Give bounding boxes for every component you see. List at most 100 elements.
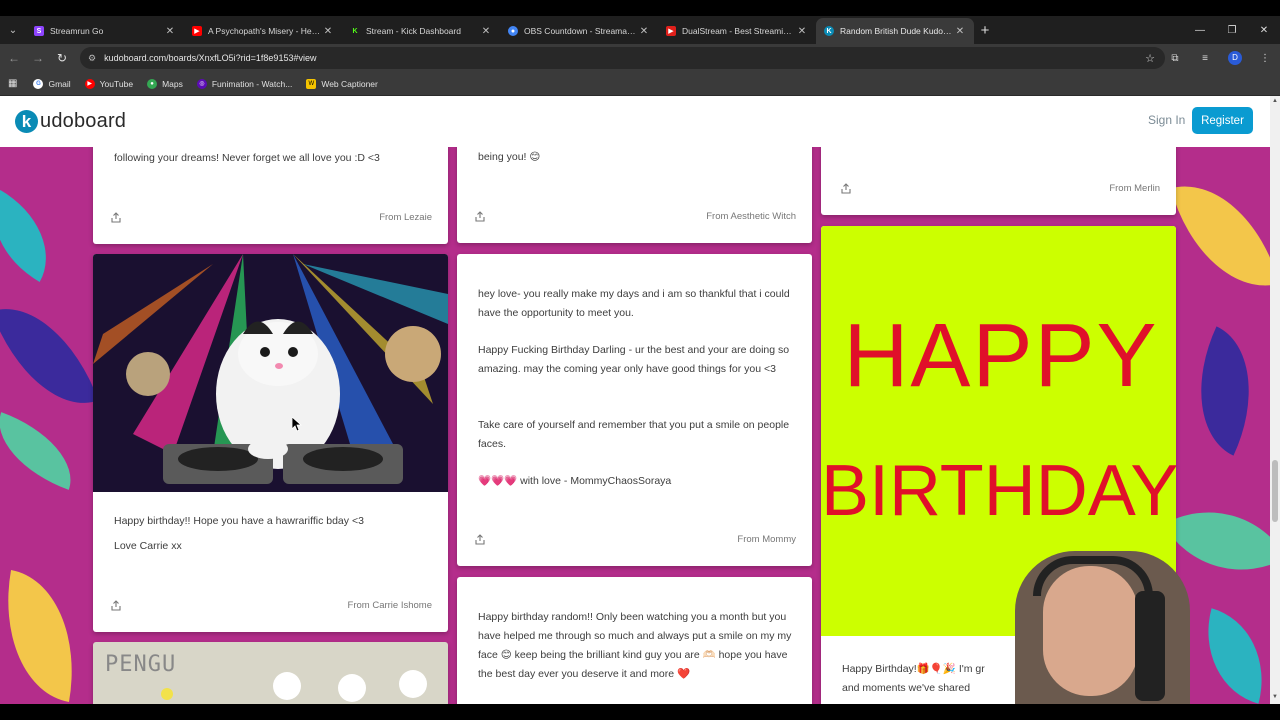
tab-label: A Psychopath's Misery - Heartl bbox=[208, 26, 322, 36]
share-icon[interactable] bbox=[111, 600, 121, 611]
close-icon[interactable]: ✕ bbox=[954, 26, 966, 37]
close-icon[interactable]: ✕ bbox=[164, 26, 176, 37]
leaf-decoration bbox=[1170, 167, 1270, 305]
maximize-icon[interactable]: ❐ bbox=[1216, 16, 1248, 44]
tab-label: Stream - Kick Dashboard bbox=[366, 26, 461, 36]
site-info-icon[interactable]: ⚙ bbox=[88, 53, 96, 64]
reload-icon[interactable]: ↻ bbox=[50, 51, 74, 65]
webcam-mic bbox=[1135, 591, 1165, 701]
youtube-icon: ▶ bbox=[192, 26, 202, 36]
tab-streamrun[interactable]: S Streamrun Go ✕ bbox=[26, 18, 184, 44]
post-author: From Carrie Ishome bbox=[347, 600, 432, 611]
post-paragraph-2: Happy Fucking Birthday Darling - ur the … bbox=[478, 344, 790, 375]
bookmark-gmail[interactable]: G Gmail bbox=[33, 78, 71, 89]
dualstream-icon: ▶ bbox=[666, 26, 676, 36]
bookmark-youtube[interactable]: ▶ YouTube bbox=[84, 78, 134, 89]
apps-grid-icon[interactable]: ▦ bbox=[8, 78, 17, 89]
bookmarks-bar: ▦ G Gmail ▶ YouTube ● Maps ◎ Funimation … bbox=[0, 72, 1280, 96]
bookmark-label: YouTube bbox=[99, 78, 134, 89]
share-icon[interactable] bbox=[111, 212, 121, 223]
page-scrollbar[interactable]: ▲ ▼ bbox=[1270, 96, 1280, 704]
post-author: From Lezaie bbox=[379, 212, 432, 223]
tab-label: Streamrun Go bbox=[50, 26, 104, 36]
disco-cat-gif bbox=[93, 254, 448, 492]
kudoboard-page[interactable]: following your dreams! Never forget we a… bbox=[0, 96, 1270, 704]
new-tab-icon[interactable]: + bbox=[974, 22, 996, 39]
menu-icon[interactable]: ⋮ bbox=[1250, 53, 1280, 64]
close-window-icon[interactable]: ✕ bbox=[1248, 16, 1280, 44]
close-icon[interactable]: ✕ bbox=[796, 26, 808, 37]
share-icon[interactable] bbox=[475, 534, 485, 545]
bulb-icon bbox=[161, 688, 173, 700]
bookmark-label: Web Captioner bbox=[321, 78, 378, 89]
streamrun-icon: S bbox=[34, 26, 44, 36]
share-icon[interactable] bbox=[475, 211, 485, 222]
screen-top-strip bbox=[0, 0, 1280, 16]
back-icon[interactable]: ← bbox=[2, 51, 26, 65]
maps-icon: ● bbox=[147, 78, 158, 89]
tab-kick[interactable]: K Stream - Kick Dashboard ✕ bbox=[342, 18, 500, 44]
tab-label: Random British Dude Kudoboar bbox=[840, 26, 954, 36]
flower-decoration bbox=[338, 674, 366, 702]
forward-icon[interactable]: → bbox=[26, 51, 50, 65]
extensions-icon[interactable]: ⧉ bbox=[1160, 53, 1190, 64]
webcam-headset bbox=[1033, 556, 1153, 596]
post-author: From Mommy bbox=[737, 534, 796, 545]
kudoboard-logo[interactable]: k udoboard bbox=[15, 110, 126, 133]
bookmark-webcaptioner[interactable]: W Web Captioner bbox=[306, 78, 378, 89]
tab-youtube[interactable]: ▶ A Psychopath's Misery - Heartl ✕ bbox=[184, 18, 342, 44]
leaf-decoration bbox=[0, 569, 90, 703]
post-paragraph-3: Take care of yourself and remember that … bbox=[478, 419, 790, 450]
post-card-lezaie[interactable]: following your dreams! Never forget we a… bbox=[93, 136, 448, 244]
pengu-label: PENGU bbox=[105, 652, 177, 677]
post-message: Happy birthday random!! Only been watchi… bbox=[478, 611, 792, 680]
youtube-icon: ▶ bbox=[84, 78, 95, 89]
birthday-word-happy: HAPPY bbox=[843, 306, 1159, 406]
post-message: Happy birthday!! Hope you have a hawrari… bbox=[114, 515, 364, 527]
sign-in-link[interactable]: Sign In bbox=[1148, 113, 1185, 127]
bookmark-label: Funimation - Watch... bbox=[211, 78, 293, 89]
minimize-icon[interactable]: — bbox=[1184, 16, 1216, 44]
post-paragraph-1: hey love- you really make my days and i … bbox=[478, 288, 790, 319]
scroll-down-icon[interactable]: ▼ bbox=[1272, 694, 1278, 700]
leaf-decoration bbox=[1190, 608, 1270, 704]
close-icon[interactable]: ✕ bbox=[638, 26, 650, 37]
url-bar[interactable]: ⚙ kudoboard.com/boards/XnxfLO5i?rid=1f8e… bbox=[80, 47, 1165, 69]
post-card-pengu[interactable]: PENGU bbox=[93, 642, 448, 704]
flower-decoration bbox=[273, 672, 301, 700]
url-text: kudoboard.com/boards/XnxfLO5i?rid=1f8e91… bbox=[104, 53, 317, 63]
bookmark-maps[interactable]: ● Maps bbox=[147, 78, 183, 89]
scrollbar-thumb[interactable] bbox=[1272, 460, 1278, 522]
bookmark-star-icon[interactable]: ☆ bbox=[1145, 52, 1155, 65]
post-signature: Love Carrie xx bbox=[114, 540, 182, 552]
post-message: being you! 😊 bbox=[478, 151, 541, 163]
address-bar-row: ← → ↻ ⚙ kudoboard.com/boards/XnxfLO5i?ri… bbox=[0, 44, 1280, 72]
close-icon[interactable]: ✕ bbox=[480, 26, 492, 37]
close-icon[interactable]: ✕ bbox=[322, 26, 334, 37]
tab-search-icon[interactable]: ⌄ bbox=[0, 16, 26, 44]
tab-obs-countdown[interactable]: ● OBS Countdown - Streamable ✕ bbox=[500, 18, 658, 44]
leaf-decoration bbox=[0, 412, 86, 490]
tab-label: DualStream - Best Streaming Ap bbox=[682, 26, 796, 36]
post-card-aesthetic-witch[interactable]: being you! 😊 From Aesthetic Witch bbox=[457, 136, 812, 243]
post-signature: 💗💗💗 with love - MommyChaosSoraya bbox=[478, 475, 672, 487]
tab-kudoboard[interactable]: K Random British Dude Kudoboar ✕ bbox=[816, 18, 974, 44]
post-card-merlin[interactable]: From Merlin bbox=[821, 136, 1176, 215]
chrome-icon: ● bbox=[508, 26, 518, 36]
media-controls-icon[interactable]: ≡ bbox=[1190, 53, 1220, 64]
profile-avatar[interactable]: D bbox=[1228, 51, 1242, 65]
share-icon[interactable] bbox=[841, 183, 851, 194]
scroll-up-icon[interactable]: ▲ bbox=[1272, 98, 1278, 104]
post-card-random[interactable]: Happy birthday random!! Only been watchi… bbox=[457, 577, 812, 704]
post-card-carrie[interactable]: Happy birthday!! Hope you have a hawrari… bbox=[93, 254, 448, 632]
tab-dualstream[interactable]: ▶ DualStream - Best Streaming Ap ✕ bbox=[658, 18, 816, 44]
tab-label: OBS Countdown - Streamable bbox=[524, 26, 638, 36]
register-button[interactable]: Register bbox=[1192, 107, 1253, 134]
post-message: following your dreams! Never forget we a… bbox=[114, 152, 380, 164]
kick-icon: K bbox=[350, 26, 360, 36]
bookmark-funimation[interactable]: ◎ Funimation - Watch... bbox=[196, 78, 293, 89]
webcaptioner-icon: W bbox=[306, 78, 317, 89]
leaf-decoration bbox=[0, 287, 99, 425]
screen-bottom-strip bbox=[0, 704, 1280, 720]
post-card-mommy[interactable]: hey love- you really make my days and i … bbox=[457, 254, 812, 566]
